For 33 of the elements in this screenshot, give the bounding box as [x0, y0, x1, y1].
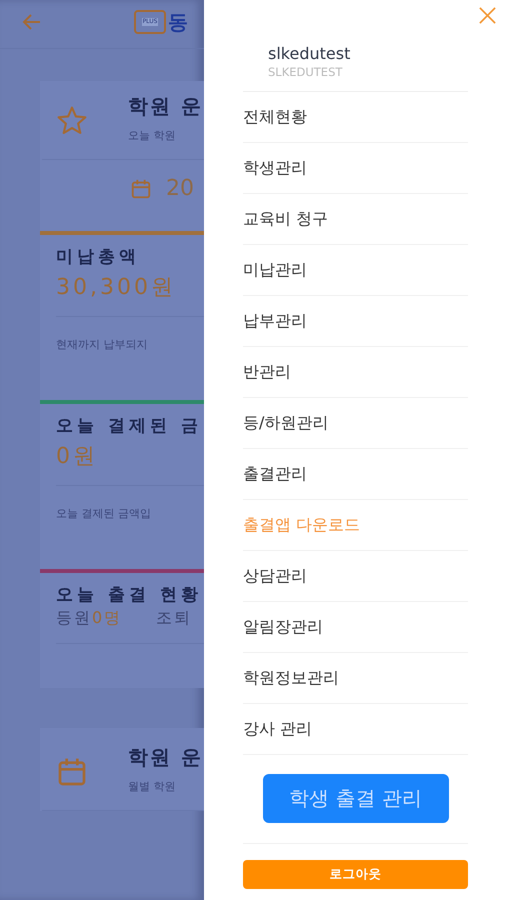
card-title: 학원 운: [128, 744, 203, 771]
card-note: 월별 학원: [128, 779, 176, 794]
stat-label: 오늘 결제된 금: [55, 415, 203, 437]
star-icon: [56, 105, 88, 137]
menu-item[interactable]: 출결관리: [243, 449, 468, 500]
calendar-icon: [56, 756, 88, 788]
menu-item[interactable]: 반관리: [243, 347, 468, 398]
app-title: 동: [168, 8, 188, 36]
attendance-count: 등원 0명: [56, 608, 122, 629]
close-icon[interactable]: [478, 6, 497, 25]
menu-item[interactable]: 강사 관리: [243, 704, 468, 755]
user-name: slkedutest: [268, 44, 352, 63]
user-id: SLKEDUTEST: [268, 65, 344, 79]
stat-label: 미납총액: [55, 246, 141, 268]
stat-note: 현재까지 납부되지: [55, 337, 148, 352]
calendar-icon[interactable]: [130, 178, 152, 200]
stat-note: 오늘 결제된 금액입: [55, 506, 152, 521]
menu-item[interactable]: 알림장관리: [243, 602, 468, 653]
date-text: 20: [166, 176, 194, 201]
card-title: 학원 운: [128, 93, 203, 120]
stat-value: 0원: [55, 443, 99, 471]
stat-label: 오늘 출결 현황: [55, 584, 203, 606]
menu-item[interactable]: 교육비 청구: [243, 194, 468, 245]
menu-item[interactable]: 전체현황: [243, 92, 468, 143]
menu-item[interactable]: 미납관리: [243, 245, 468, 296]
menu-item[interactable]: 학원정보관리: [243, 653, 468, 704]
menu-item[interactable]: 등/하원관리: [243, 398, 468, 449]
stat-value: 30,300원: [55, 274, 177, 302]
card-note: 오늘 학원: [128, 128, 176, 143]
menu-item[interactable]: 상담관리: [243, 551, 468, 602]
menu-item[interactable]: 학생관리: [243, 143, 468, 194]
menu-item[interactable]: 납부관리: [243, 296, 468, 347]
attendance-label: 조퇴: [156, 608, 192, 629]
